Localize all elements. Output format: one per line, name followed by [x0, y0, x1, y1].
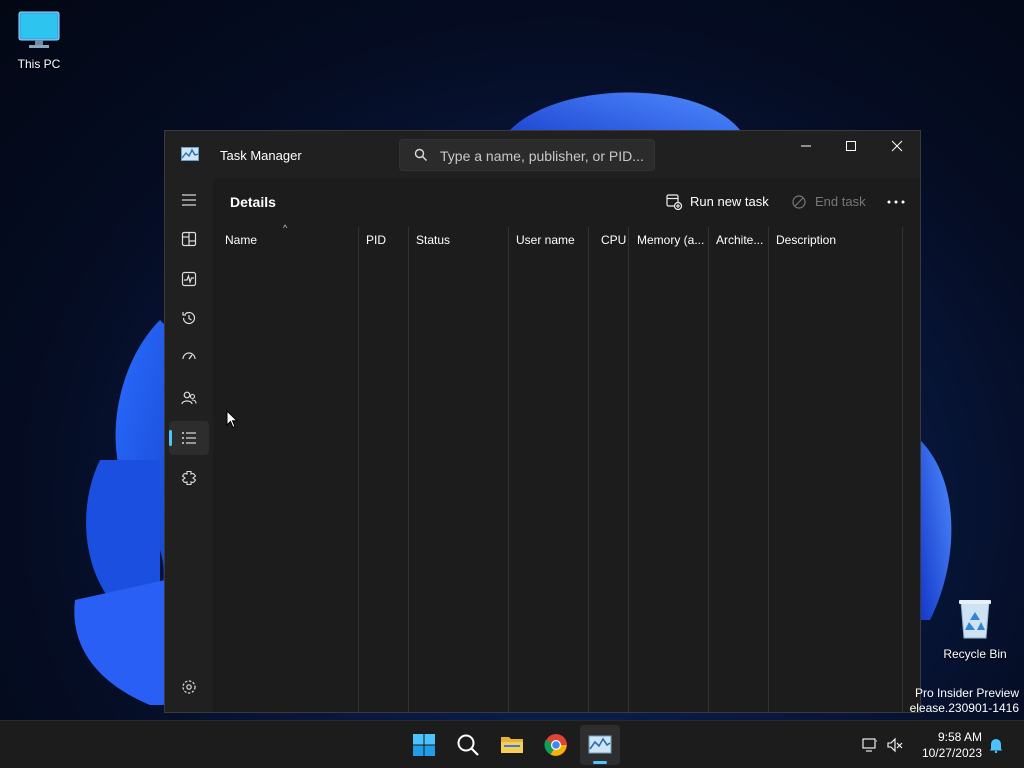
column-header-name[interactable]: Name: [218, 227, 353, 251]
column-header-architecture[interactable]: Archite...: [709, 227, 769, 251]
chrome-icon: [544, 734, 567, 756]
desktop-icon-label: Recycle Bin: [943, 647, 1007, 661]
file-explorer-icon: [501, 737, 523, 753]
column-header-pid[interactable]: PID: [359, 227, 409, 251]
maximize-button[interactable]: [829, 131, 875, 161]
taskbar: [0, 720, 1024, 768]
desktop-icon-this-pc[interactable]: This PC: [1, 10, 77, 71]
recycle-bin-icon: [959, 600, 991, 639]
services-icon: [181, 470, 197, 486]
nav-performance[interactable]: [169, 262, 209, 296]
nav-users[interactable]: [169, 381, 209, 415]
volume-muted-icon[interactable]: [887, 737, 903, 753]
window-title: Task Manager: [220, 148, 302, 163]
startup-apps-icon: [182, 352, 196, 360]
column-divider[interactable]: [358, 227, 359, 712]
hamburger-menu-button[interactable]: [169, 183, 209, 217]
column-divider[interactable]: [768, 227, 769, 712]
settings-icon: [182, 680, 196, 694]
run-new-task-icon: [666, 194, 682, 210]
nav-startup-apps[interactable]: [169, 341, 209, 375]
start-icon: [413, 734, 435, 756]
network-icon[interactable]: [862, 737, 878, 753]
column-divider[interactable]: [408, 227, 409, 712]
minimize-button[interactable]: [784, 131, 830, 161]
task-manager-app-icon: [181, 147, 199, 161]
end-task-icon: [792, 195, 806, 209]
search-input[interactable]: [440, 144, 650, 168]
mouse-cursor-icon: [226, 410, 238, 429]
menu-icon: [182, 194, 196, 206]
column-divider[interactable]: [628, 227, 629, 712]
column-header-status[interactable]: Status: [409, 227, 509, 251]
minimize-icon: [801, 145, 811, 147]
nav-processes[interactable]: [169, 222, 209, 256]
processes-icon: [181, 231, 197, 247]
page-title: Details: [230, 194, 276, 210]
clock-time: 9:58 AM: [937, 730, 982, 744]
close-icon: [891, 140, 903, 152]
end-task-label: End task: [815, 194, 866, 209]
run-new-task-button[interactable]: Run new task: [666, 191, 769, 213]
clock-date: 10/27/2023: [921, 746, 982, 760]
task-manager-icon: [588, 735, 612, 754]
task-manager-taskbar-button[interactable]: [580, 725, 620, 765]
column-divider[interactable]: [708, 227, 709, 712]
file-explorer-button[interactable]: [492, 725, 532, 765]
details-table-header: Name PID Status User name CPU Memory (a.…: [213, 227, 903, 251]
search-icon: [414, 148, 427, 161]
more-options-icon: [887, 200, 905, 204]
navigation-sidebar: [165, 179, 213, 712]
app-history-icon: [182, 311, 196, 325]
nav-settings[interactable]: [169, 670, 209, 704]
more-options-button[interactable]: [885, 191, 907, 213]
chrome-button[interactable]: [536, 725, 576, 765]
monitor-icon: [18, 11, 60, 48]
watermark-build-line2: elease.230901-1416: [909, 701, 1019, 715]
taskbar-search-button[interactable]: [448, 725, 488, 765]
close-button[interactable]: [875, 131, 921, 161]
task-manager-window: Task Manager Type a name, publisher, or …: [164, 130, 921, 713]
column-header-user-name[interactable]: User name: [509, 227, 589, 251]
details-page: Details Run new task End task ^ Name PID…: [213, 179, 920, 712]
details-icon: [182, 432, 196, 444]
title-bar[interactable]: Task Manager: [165, 131, 920, 179]
nav-details[interactable]: [169, 421, 209, 455]
start-button[interactable]: [404, 725, 444, 765]
search-icon: [457, 734, 479, 756]
users-icon: [181, 391, 197, 405]
nav-services[interactable]: [169, 461, 209, 495]
column-divider[interactable]: [588, 227, 589, 712]
column-divider[interactable]: [508, 227, 509, 712]
column-header-memory[interactable]: Memory (a...: [630, 227, 710, 251]
performance-icon: [181, 271, 197, 287]
search-box[interactable]: [399, 139, 655, 171]
notification-bell-icon[interactable]: [988, 737, 1004, 753]
watermark-build-line1: Pro Insider Preview: [914, 686, 1019, 700]
run-new-task-label: Run new task: [690, 194, 769, 209]
desktop-icon-label: This PC: [17, 57, 61, 71]
desktop-icon-recycle-bin[interactable]: Recycle Bin: [937, 598, 1013, 661]
end-task-button[interactable]: End task: [791, 191, 866, 213]
nav-app-history[interactable]: [169, 301, 209, 335]
maximize-icon: [846, 141, 856, 151]
taskbar-clock[interactable]: 9:58 AM 10/27/2023: [912, 729, 982, 761]
column-divider[interactable]: [902, 227, 903, 712]
column-header-description[interactable]: Description: [769, 227, 903, 251]
